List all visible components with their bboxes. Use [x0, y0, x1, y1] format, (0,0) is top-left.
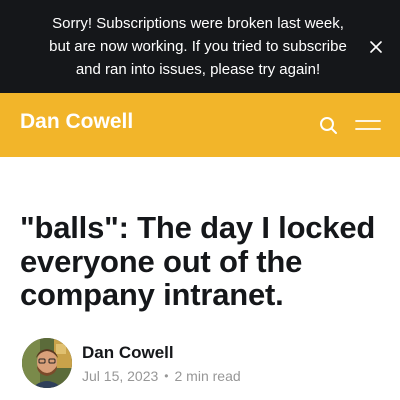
post-title: "balls": The day I locked everyone out o…: [20, 210, 376, 312]
author-name-link[interactable]: Dan Cowell: [82, 343, 174, 363]
author-byline: Dan Cowell Jul 15, 2023 • 2 min read: [20, 338, 390, 390]
close-icon[interactable]: [366, 37, 386, 57]
post-date: Jul 15, 2023: [82, 368, 159, 384]
banner-message: Sorry! Subscriptions were broken last we…: [49, 15, 347, 78]
site-title-link[interactable]: Dan Cowell: [20, 110, 133, 134]
meta-separator: •: [164, 369, 169, 383]
avatar[interactable]: [22, 338, 72, 388]
search-icon[interactable]: [317, 114, 339, 136]
read-time: 2 min read: [174, 368, 241, 384]
hamburger-menu-icon[interactable]: [354, 114, 382, 136]
announcement-banner: Sorry! Subscriptions were broken last we…: [0, 0, 400, 93]
site-header: Dan Cowell: [0, 93, 400, 157]
post-meta: Jul 15, 2023 • 2 min read: [82, 367, 241, 385]
